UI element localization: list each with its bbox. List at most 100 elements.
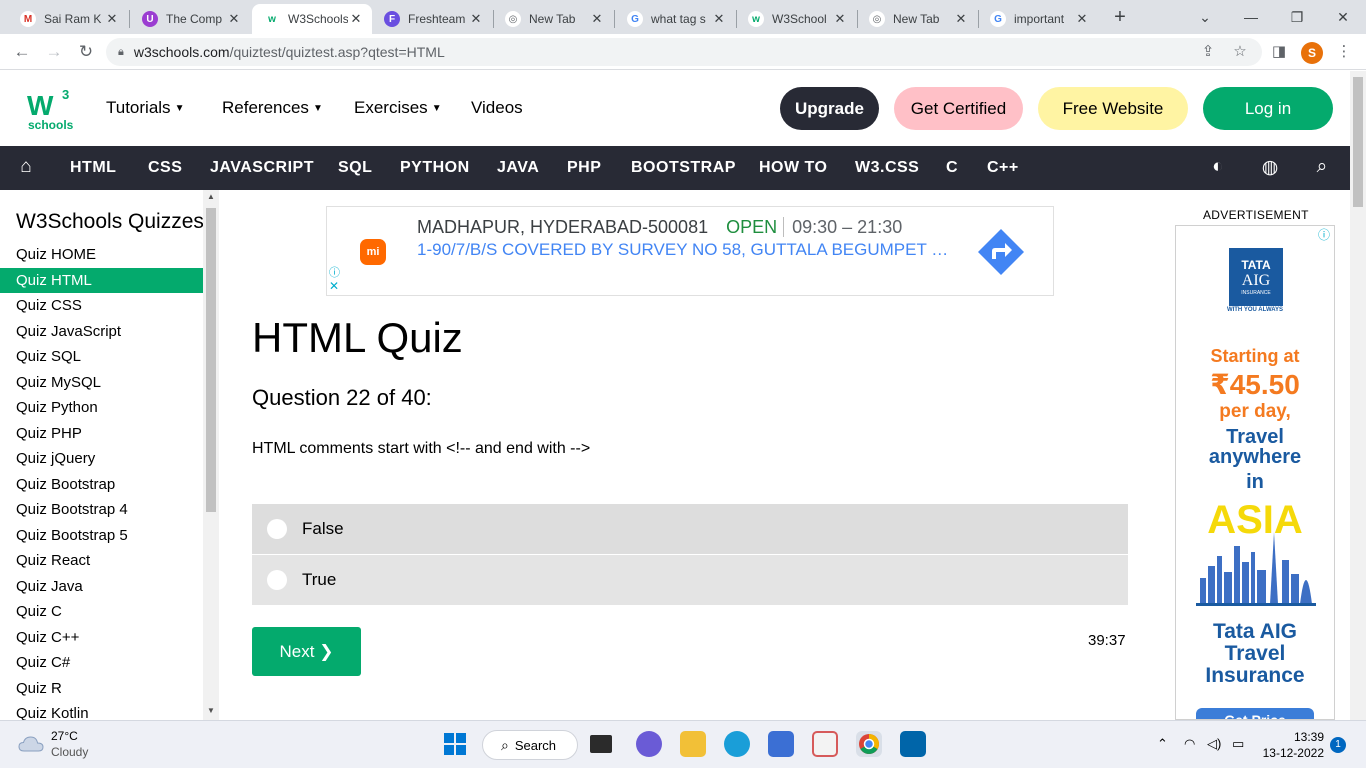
next-button[interactable]: Next ❯ — [252, 627, 361, 676]
subject-link-java[interactable]: JAVA — [497, 159, 539, 177]
file-explorer-icon[interactable] — [680, 731, 706, 757]
sidebar-item[interactable]: Quiz React — [0, 548, 203, 573]
tata-aig-ad[interactable]: ⓘ TATA AIG INSURANCE WITH YOU ALWAYS Sta… — [1175, 225, 1335, 720]
subject-link-w3-css[interactable]: W3.CSS — [855, 159, 919, 177]
subject-link-cpp[interactable]: C++ — [987, 159, 1019, 177]
subject-link-bootstrap[interactable]: BOOTSTRAP — [631, 159, 736, 177]
sidebar-item[interactable]: Quiz R — [0, 676, 203, 701]
radio-button[interactable] — [267, 519, 287, 539]
share-icon[interactable]: ⇪ — [1198, 42, 1218, 62]
show-hidden-icons-chevron[interactable]: ⌃ — [1157, 736, 1168, 752]
sidebar-item[interactable]: Quiz Bootstrap 5 — [0, 523, 203, 548]
task-view-icon[interactable] — [590, 735, 612, 753]
tab-close-icon[interactable]: ✕ — [953, 11, 969, 27]
ad-close-icon[interactable]: ✕ — [329, 279, 339, 293]
battery-icon[interactable]: ▭ — [1232, 736, 1244, 752]
edge-icon[interactable] — [724, 731, 750, 757]
subject-link-c[interactable]: C — [946, 159, 958, 177]
browser-tab[interactable]: M Sai Ram K ✕ — [8, 4, 128, 34]
nav-tutorials[interactable]: Tutorials ▼ — [106, 98, 184, 118]
answer-option-true[interactable]: True — [252, 555, 1128, 605]
notification-badge[interactable]: 1 — [1330, 737, 1346, 753]
windows-start-icon[interactable] — [442, 731, 468, 757]
login-button[interactable]: Log in — [1203, 87, 1333, 130]
tab-close-icon[interactable]: ✕ — [226, 11, 242, 27]
ad-info-icon[interactable]: ⓘ — [1318, 226, 1330, 243]
subject-link-php[interactable]: PHP — [567, 159, 601, 177]
browser-tab[interactable]: w W3Schools ✕ — [252, 4, 372, 34]
reload-icon[interactable]: ↻ — [74, 40, 98, 64]
browser-tab[interactable]: w W3School ✕ — [736, 4, 856, 34]
browser-tab[interactable]: F Freshteam ✕ — [372, 4, 492, 34]
page-scrollbar[interactable] — [1350, 71, 1366, 720]
sidebar-scroll-thumb[interactable] — [206, 208, 216, 512]
browser-tab[interactable]: Gimportant ✕ — [978, 4, 1098, 34]
upgrade-button[interactable]: Upgrade — [780, 87, 879, 130]
volume-icon[interactable]: ◁) — [1207, 736, 1221, 752]
ad-cta-button[interactable]: Get Price — [1196, 708, 1314, 719]
restore-button[interactable]: ❐ — [1274, 0, 1320, 34]
sidebar-item[interactable]: Quiz Java — [0, 574, 203, 599]
sidebar-item[interactable]: Quiz Bootstrap — [0, 472, 203, 497]
browser-tab[interactable]: Gwhat tag s ✕ — [615, 4, 735, 34]
sidebar-item[interactable]: Quiz HTML — [0, 267, 203, 293]
tab-close-icon[interactable]: ✕ — [711, 11, 727, 27]
new-tab-button[interactable]: + — [1108, 6, 1132, 30]
subject-link-html[interactable]: HTML — [70, 159, 116, 177]
w3schools-logo[interactable]: W 3 schools — [26, 85, 76, 133]
answer-option-false[interactable]: False — [252, 504, 1128, 554]
bookmark-star-icon[interactable]: ☆ — [1230, 42, 1250, 62]
store-icon[interactable] — [768, 731, 794, 757]
nav-exercises[interactable]: Exercises ▼ — [354, 98, 442, 118]
scroll-up-arrow-icon[interactable]: ▲ — [203, 192, 219, 201]
sidebar-item[interactable]: Quiz SQL — [0, 344, 203, 369]
subject-link-how-to[interactable]: HOW TO — [759, 159, 827, 177]
sidebar-item[interactable]: Quiz jQuery — [0, 446, 203, 471]
page-scroll-thumb[interactable] — [1353, 77, 1363, 207]
sidebar-item[interactable]: Quiz Python — [0, 395, 203, 420]
tab-close-icon[interactable]: ✕ — [104, 11, 120, 27]
vscode-icon[interactable] — [900, 731, 926, 757]
sidebar-item[interactable]: Quiz C++ — [0, 625, 203, 650]
sidebar-item[interactable]: Quiz MySQL — [0, 370, 203, 395]
subject-link-css[interactable]: CSS — [148, 159, 182, 177]
free-website-button[interactable]: Free Website — [1038, 87, 1188, 130]
tab-search-chevron-icon[interactable]: ⌄ — [1182, 0, 1228, 34]
tab-close-icon[interactable]: ✕ — [832, 11, 848, 27]
browser-tab[interactable]: ◎ New Tab ✕ — [857, 4, 977, 34]
sidebar-item[interactable]: Quiz C — [0, 599, 203, 624]
side-panel-icon[interactable]: ◨ — [1269, 42, 1289, 62]
sidebar-item[interactable]: Quiz CSS — [0, 293, 203, 318]
location-ad-banner[interactable]: mi MADHAPUR, HYDERABAD-500081 OPEN 09:30 –… — [326, 206, 1054, 296]
sidebar-item[interactable]: Quiz C# — [0, 650, 203, 675]
home-icon[interactable]: ⌂ — [14, 156, 38, 178]
tab-close-icon[interactable]: ✕ — [468, 11, 484, 27]
nav-videos[interactable]: Videos — [471, 98, 523, 118]
cloud-icon[interactable] — [18, 734, 44, 752]
radio-button[interactable] — [267, 570, 287, 590]
sidebar-item[interactable]: Quiz HOME — [0, 242, 203, 267]
subject-link-python[interactable]: PYTHON — [400, 159, 470, 177]
sidebar-item[interactable]: Quiz Bootstrap 4 — [0, 497, 203, 522]
get-certified-button[interactable]: Get Certified — [894, 87, 1023, 130]
subject-link-javascript[interactable]: JAVASCRIPT — [210, 159, 314, 177]
subject-link-sql[interactable]: SQL — [338, 159, 372, 177]
globe-icon[interactable]: ◍ — [1258, 156, 1282, 179]
sidebar-scrollbar[interactable]: ▲ ▼ — [203, 190, 219, 720]
tab-close-icon[interactable]: ✕ — [589, 11, 605, 27]
tab-close-icon[interactable]: ✕ — [1074, 11, 1090, 27]
sidebar-item[interactable]: Quiz PHP — [0, 421, 203, 446]
forward-arrow-icon[interactable]: → — [42, 40, 66, 64]
nav-references[interactable]: References ▼ — [222, 98, 323, 118]
wifi-icon[interactable]: ◠ — [1184, 736, 1195, 752]
profile-avatar[interactable]: S — [1301, 42, 1323, 64]
chrome-menu-icon[interactable]: ⋮ — [1334, 42, 1354, 62]
close-window-button[interactable]: ✕ — [1320, 0, 1366, 34]
scroll-down-arrow-icon[interactable]: ▼ — [203, 706, 219, 715]
chrome-taskbar-icon[interactable] — [856, 731, 882, 757]
taskbar-clock[interactable]: 13:39 13-12-2022 — [1262, 729, 1324, 761]
directions-icon[interactable] — [977, 228, 1025, 276]
taskbar-search[interactable]: ⌕ Search — [482, 730, 578, 760]
address-bar[interactable]: 🔒︎ w3schools.com/quiztest/quiztest.asp?q… — [106, 38, 1262, 66]
dark-mode-icon[interactable]: ◐ — [1206, 156, 1230, 178]
